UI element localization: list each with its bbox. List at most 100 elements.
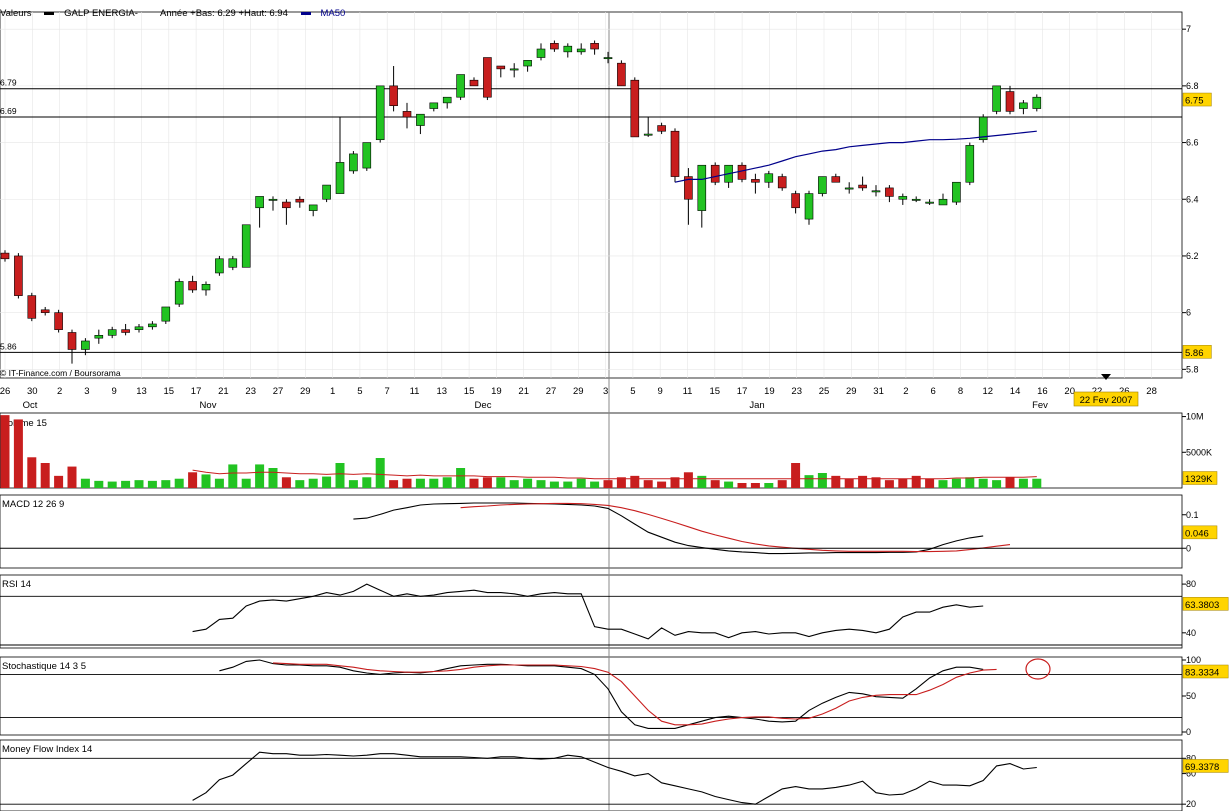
- rsi-last-badge: 63.3803: [1185, 600, 1219, 611]
- volume-bar: [456, 468, 466, 488]
- rsi-tick-label: 40: [1186, 628, 1196, 638]
- volume-bar: [563, 481, 573, 488]
- candle-body: [429, 102, 439, 109]
- legend-ma: MA50: [300, 8, 356, 19]
- volume-bar: [469, 478, 479, 488]
- candle-body: [255, 196, 264, 209]
- stoch-title: Stochastique 14 3 5: [2, 661, 86, 672]
- volume-bar: [201, 474, 211, 488]
- candle-body: [791, 193, 800, 209]
- candle-body: [1032, 96, 1042, 109]
- month-label: Oct: [23, 400, 38, 411]
- candle-body: [389, 85, 398, 107]
- candle-body: [697, 164, 707, 211]
- candle-body: [174, 281, 184, 305]
- price-low-badge: 5.86: [1185, 348, 1204, 359]
- volume-bar: [764, 483, 774, 488]
- stoch-tick-label: 100: [1186, 655, 1201, 665]
- volume-bar: [335, 463, 345, 488]
- candle-body: [54, 312, 63, 330]
- candle-body: [161, 306, 171, 322]
- candle-body: [362, 142, 372, 169]
- candle-body: [94, 335, 104, 339]
- candle-body: [81, 340, 90, 350]
- volume-bar: [777, 480, 787, 488]
- x-tick-label: 26: [0, 386, 10, 397]
- candle-body: [536, 48, 546, 58]
- x-tick-label: 20: [1064, 386, 1075, 397]
- candle-body: [751, 179, 760, 183]
- x-tick-label: 13: [437, 386, 448, 397]
- x-tick-label: 5: [357, 386, 362, 397]
- candle-body: [911, 198, 921, 201]
- legend-ma-name: MA50: [320, 8, 346, 19]
- stoch-last-badge: 83.3334: [1185, 667, 1219, 678]
- volume-tick-label: 5000K: [1186, 447, 1212, 457]
- x-tick-label: 14: [1010, 386, 1021, 397]
- price-hline-label: 6.69: [0, 106, 17, 116]
- candle-body: [402, 111, 412, 118]
- price-hline-label: 5.86: [0, 341, 17, 351]
- volume-bar: [268, 468, 278, 488]
- macd-tick-label: 0.1: [1186, 510, 1199, 520]
- candle-body: [188, 281, 197, 291]
- volume-bar: [188, 472, 198, 488]
- candle-body: [282, 201, 291, 209]
- macd-title: MACD 12 26 9: [2, 499, 64, 510]
- x-tick-label: 13: [136, 386, 147, 397]
- x-tick-label: 3: [84, 386, 89, 397]
- x-tick-label: 7: [385, 386, 390, 397]
- panel-frame-3: [0, 574, 1183, 649]
- volume-bar: [590, 481, 600, 488]
- volume-bar: [724, 481, 734, 488]
- x-tick-label: 9: [112, 386, 117, 397]
- x-tick-label: 19: [491, 386, 502, 397]
- x-tick-label: 11: [410, 386, 420, 397]
- x-tick-label: 1: [330, 386, 335, 397]
- volume-bar: [281, 477, 291, 488]
- candle-body: [550, 43, 559, 50]
- x-tick-label: 17: [191, 386, 202, 397]
- volume-last-badge: 1329K: [1185, 474, 1213, 485]
- candle-body: [40, 309, 50, 313]
- candle-body: [335, 162, 345, 194]
- volume-bar: [657, 481, 667, 488]
- volume-bar: [925, 478, 935, 488]
- volume-bar: [710, 480, 720, 488]
- volume-bar: [134, 480, 144, 488]
- candle-body: [1005, 91, 1015, 112]
- price-last-badge: 6.75: [1185, 96, 1204, 107]
- volume-bar: [1018, 478, 1028, 488]
- volume-bar: [308, 478, 318, 488]
- candle-body: [898, 196, 908, 200]
- panel-frame-1: [0, 412, 1183, 489]
- candle-body: [804, 193, 814, 220]
- macd-last-badge: 0.046: [1185, 528, 1209, 539]
- volume-bar: [951, 478, 961, 488]
- macd-tick-label: 0: [1186, 543, 1191, 553]
- x-tick-label: 15: [164, 386, 175, 397]
- volume-bar: [241, 478, 251, 488]
- x-tick-label: 29: [300, 386, 311, 397]
- x-tick-label: 15: [464, 386, 475, 397]
- chart-credit: © IT-Finance.com / Boursorama: [0, 368, 121, 378]
- candle-body: [858, 184, 867, 189]
- x-tick-label: 11: [683, 386, 693, 397]
- price-tick-label: 6.8: [1186, 81, 1199, 91]
- x-tick-label: 23: [791, 386, 802, 397]
- volume-bar: [1032, 478, 1042, 488]
- candle-body: [349, 153, 358, 172]
- volume-bar: [576, 478, 586, 488]
- candle-body: [670, 130, 680, 177]
- volume-bar: [214, 478, 224, 488]
- price-tick-label: 6.2: [1186, 251, 1199, 261]
- volume-bar: [911, 475, 921, 488]
- candle-body: [952, 181, 961, 203]
- candle-body: [871, 190, 881, 193]
- legend-series-swatch: [44, 11, 55, 15]
- volume-bar: [549, 481, 559, 488]
- volume-bar: [630, 475, 640, 488]
- candle-body: [831, 176, 841, 183]
- volume-tick-label: 10M: [1186, 412, 1204, 422]
- volume-bar: [375, 458, 385, 488]
